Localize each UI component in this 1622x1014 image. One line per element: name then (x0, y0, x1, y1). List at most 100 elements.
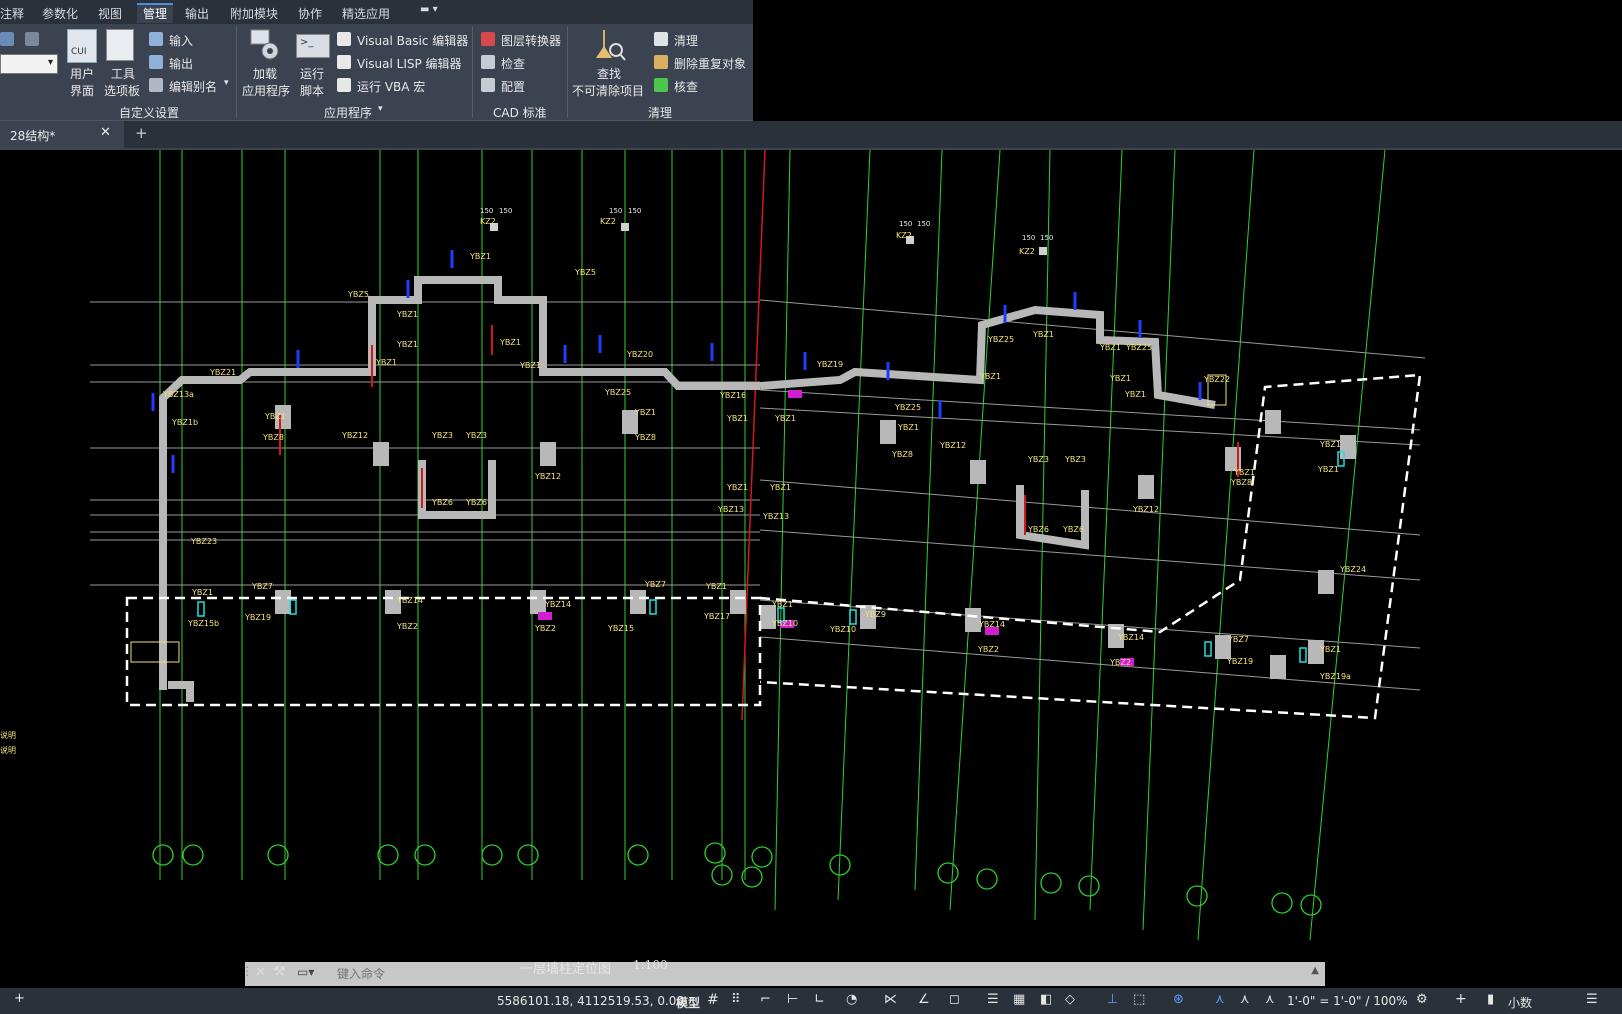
new-tab-plus-icon[interactable]: + (135, 124, 148, 142)
tool-palettes-label-2[interactable]: 选项板 (104, 82, 140, 99)
edit-aliases-icon[interactable] (149, 78, 163, 92)
find-label-2[interactable]: 不可清除项目 (572, 82, 644, 99)
purge-button[interactable]: 清理 (674, 32, 698, 49)
edit-aliases-chevron-icon[interactable]: ▾ (224, 78, 229, 88)
ortho-icon[interactable]: ∟ (814, 992, 825, 1007)
selection-cycling-icon[interactable]: ◧ (1040, 992, 1052, 1007)
menu-output[interactable]: 输出 (185, 5, 209, 22)
menu-featured-apps[interactable]: 精选应用 (342, 5, 390, 22)
ribbon-partial-dropdown[interactable]: ▾ (0, 54, 58, 74)
customize-panel-label[interactable]: 自定义设置 (119, 104, 179, 121)
plus-icon[interactable]: + (1455, 991, 1467, 1007)
run-script-label-1[interactable]: 运行 (300, 65, 324, 82)
menu-collaborate[interactable]: 协作 (298, 5, 322, 22)
infer-constraints-icon[interactable]: ⌐ (760, 992, 771, 1007)
menu-parametric[interactable]: 参数化 (42, 5, 78, 22)
dynamic-input-icon[interactable]: ⊢ (787, 992, 798, 1007)
import-button[interactable]: 输入 (169, 32, 193, 49)
cui-icon[interactable]: CUI (67, 29, 97, 63)
isodraft-icon[interactable]: ⋉ (884, 992, 897, 1007)
annotation-scale-dropdown[interactable]: 1'-0" = 1'-0" / 100% (1287, 994, 1408, 1008)
command-line[interactable]: ⋮ ✕ ⚒ ▭▾ ▲ (241, 962, 1325, 986)
run-vba-button[interactable]: 运行 VBA 宏 (357, 78, 425, 95)
workspace-dropdown-icon[interactable]: ▬ ▾ (420, 4, 438, 15)
layer-translator-button[interactable]: 图层转换器 (501, 32, 561, 49)
check-icon[interactable] (481, 55, 495, 69)
export-button[interactable]: 输出 (169, 55, 193, 72)
gear-icon[interactable]: ⚙ (1416, 992, 1428, 1007)
chevron-up-icon[interactable]: ▲ (1311, 965, 1319, 976)
check-button[interactable]: 检查 (501, 55, 525, 72)
auto-scale-icon[interactable]: ⋏ (1240, 992, 1250, 1007)
component-label: YBZ12 (1133, 505, 1160, 514)
polar-tracking-icon[interactable]: ◔ (846, 992, 857, 1007)
file-tab[interactable]: 28结构* ✕ (0, 121, 124, 148)
menu-addins[interactable]: 附加模块 (230, 5, 278, 22)
configure-icon[interactable] (481, 78, 495, 92)
load-application-icon[interactable] (250, 29, 280, 61)
annotation-scale-icon[interactable]: ⋏ (1265, 992, 1275, 1007)
grip-icon[interactable]: ⋮ (241, 964, 253, 978)
vb-editor-button[interactable]: Visual Basic 编辑器 (357, 32, 468, 49)
column-block (630, 590, 646, 614)
object-snap-icon[interactable]: ◻ (949, 992, 960, 1007)
magenta-tag (788, 390, 802, 398)
ribbon-partial-icon-2[interactable] (25, 32, 39, 46)
overkill-icon[interactable] (654, 55, 668, 69)
gizmo-icon[interactable]: ⊛ (1173, 992, 1184, 1007)
3d-osnap-icon[interactable]: ◇ (1065, 992, 1075, 1007)
close-icon[interactable]: ✕ (100, 125, 111, 140)
drawing-svg[interactable] (0, 149, 1622, 958)
audit-button[interactable]: 核查 (674, 78, 698, 95)
lineweight-icon[interactable]: ☰ (987, 992, 999, 1007)
units-icon[interactable]: ▮ (1487, 992, 1494, 1007)
customize-wrench-icon[interactable]: ⚒ (273, 964, 286, 980)
load-application-label-2[interactable]: 应用程序 (242, 82, 290, 99)
annotation-visibility-icon[interactable]: ⋏ (1215, 992, 1225, 1007)
overkill-button[interactable]: 删除重复对象 (674, 55, 746, 72)
user-interface-label-2[interactable]: 界面 (70, 82, 94, 99)
grid-icon[interactable]: # (707, 992, 719, 1008)
transparency-icon[interactable]: ▦ (1013, 992, 1025, 1007)
close-icon[interactable]: ✕ (255, 965, 266, 980)
add-layout-plus-icon[interactable]: + (14, 991, 25, 1006)
tool-palettes-label-1[interactable]: 工具 (111, 65, 135, 82)
user-interface-label-1[interactable]: 用户 (70, 65, 94, 82)
edit-aliases-button[interactable]: 编辑别名 (169, 78, 217, 95)
units-dropdown[interactable]: 小数 (1508, 994, 1532, 1011)
applications-panel-label[interactable]: 应用程序 (324, 104, 372, 121)
applications-panel-chevron-icon[interactable]: ▾ (378, 104, 383, 114)
export-icon[interactable] (149, 55, 163, 69)
file-tab-label[interactable]: 28结构* (10, 127, 55, 144)
find-non-purgeable-icon[interactable] (592, 28, 626, 62)
ribbon-partial-icon[interactable] (0, 32, 14, 46)
menu-annotate[interactable]: 注释 (0, 5, 24, 22)
run-vba-icon[interactable] (337, 78, 351, 92)
model-space-button[interactable]: 模型 (676, 994, 700, 1011)
vb-editor-icon[interactable] (337, 32, 351, 46)
coordinates-readout[interactable]: 5586101.18, 4112519.53, 0.00 (497, 994, 684, 1008)
find-label-1[interactable]: 查找 (597, 65, 621, 82)
dynamic-ucs-icon[interactable]: ⊥ (1107, 992, 1118, 1007)
audit-icon[interactable] (654, 78, 668, 92)
lisp-editor-icon[interactable] (337, 55, 351, 69)
drawing-canvas[interactable]: YBZ1 YBZ5 YBZ5 YBZ1 YBZ1 YBZ1 YBZ1 YBZ1 YBZ21 YBZ… (0, 149, 1622, 977)
cleanup-panel-label[interactable]: 清理 (648, 104, 672, 121)
snap-icon[interactable]: ⠿ (731, 992, 741, 1007)
tool-palettes-icon[interactable] (106, 29, 134, 61)
menu-view[interactable]: 视图 (98, 5, 122, 22)
customization-menu-icon[interactable]: ☰ (1586, 992, 1598, 1007)
run-script-icon[interactable]: >_ (296, 34, 330, 58)
menu-manage[interactable]: 管理 (137, 3, 174, 23)
load-application-label-1[interactable]: 加载 (253, 65, 277, 82)
selection-filter-icon[interactable]: ⬚ (1133, 992, 1145, 1007)
configure-button[interactable]: 配置 (501, 78, 525, 95)
purge-icon[interactable] (654, 32, 668, 46)
layer-translator-icon[interactable] (481, 32, 495, 46)
object-snap-tracking-icon[interactable]: ∠ (918, 992, 930, 1007)
import-icon[interactable] (149, 32, 163, 46)
command-history-icon[interactable]: ▭▾ (297, 965, 314, 979)
lisp-editor-button[interactable]: Visual LISP 编辑器 (357, 55, 462, 72)
cad-standards-panel-label[interactable]: CAD 标准 (493, 104, 547, 121)
run-script-label-2[interactable]: 脚本 (300, 82, 324, 99)
